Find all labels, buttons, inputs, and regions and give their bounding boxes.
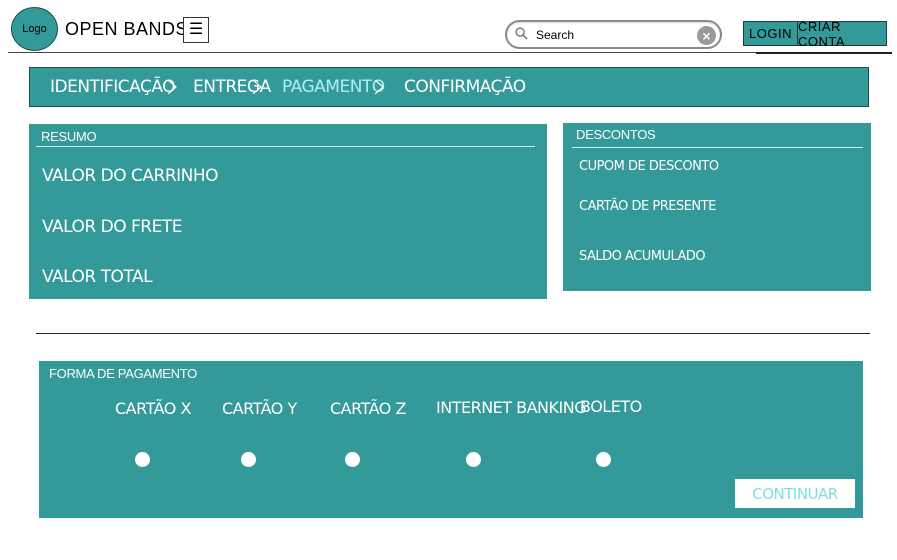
option-internet-banking-label: INTERNET BANKING — [436, 398, 587, 417]
option-cartao-z-label: CARTÃO Z — [330, 399, 406, 418]
valor-frete: VALOR DO FRETE — [42, 217, 182, 237]
pagamento-title: FORMA DE PAGAMENTO — [49, 366, 197, 381]
chevron-right-icon — [167, 80, 177, 94]
clear-search-icon[interactable]: × — [697, 26, 716, 45]
radio-internet-banking[interactable] — [466, 452, 481, 467]
chevron-right-icon — [252, 80, 262, 94]
radio-cartao-z[interactable] — [345, 452, 360, 467]
cupom-desconto-link[interactable]: CUPOM DE DESCONTO — [579, 159, 719, 174]
radio-cartao-x[interactable] — [135, 452, 150, 467]
login-button[interactable]: LOGIN — [743, 21, 798, 46]
valor-total: VALOR TOTAL — [42, 267, 153, 287]
checkout-steps: IDENTIFICAÇÃO ENTREGA PAGAMENTO CONFIRMA… — [29, 67, 869, 107]
continue-button[interactable]: CONTINUAR — [735, 479, 855, 508]
resumo-panel: RESUMO VALOR DO CARRINHO VALOR DO FRETE … — [29, 124, 547, 299]
step-identificacao[interactable]: IDENTIFICAÇÃO — [50, 77, 176, 97]
cartao-presente-link[interactable]: CARTÃO DE PRESENTE — [579, 199, 716, 214]
search-input[interactable] — [536, 26, 691, 44]
option-cartao-y-label: CARTÃO Y — [222, 399, 297, 418]
menu-button[interactable]: ☰ — [183, 17, 209, 43]
valor-carrinho: VALOR DO CARRINHO — [42, 166, 219, 186]
signup-button[interactable]: CRIAR CONTA — [797, 19, 887, 49]
search-icon — [515, 27, 528, 40]
brand-name: OPEN BANDS — [65, 19, 189, 39]
header-divider-accent — [756, 52, 892, 54]
search-box[interactable]: × — [505, 20, 722, 49]
chevron-right-icon — [374, 80, 384, 94]
descontos-title: DESCONTOS — [576, 127, 656, 142]
option-cartao-x-label: CARTÃO X — [115, 399, 191, 418]
hamburger-icon: ☰ — [188, 21, 204, 38]
resumo-rule — [36, 146, 535, 147]
radio-boleto[interactable] — [596, 452, 611, 467]
logo[interactable]: Logo — [11, 7, 58, 51]
descontos-rule — [572, 147, 863, 148]
saldo-acumulado-link[interactable]: SALDO ACUMULADO — [579, 249, 706, 264]
option-boleto-label: BOLETO — [580, 397, 642, 416]
resumo-title: RESUMO — [41, 129, 97, 144]
step-pagamento[interactable]: PAGAMENTO — [282, 77, 385, 97]
step-confirmacao[interactable]: CONFIRMAÇÃO — [404, 77, 526, 97]
section-divider — [36, 333, 870, 334]
descontos-panel: DESCONTOS CUPOM DE DESCONTO CARTÃO DE PR… — [563, 123, 871, 291]
radio-cartao-y[interactable] — [241, 452, 256, 467]
